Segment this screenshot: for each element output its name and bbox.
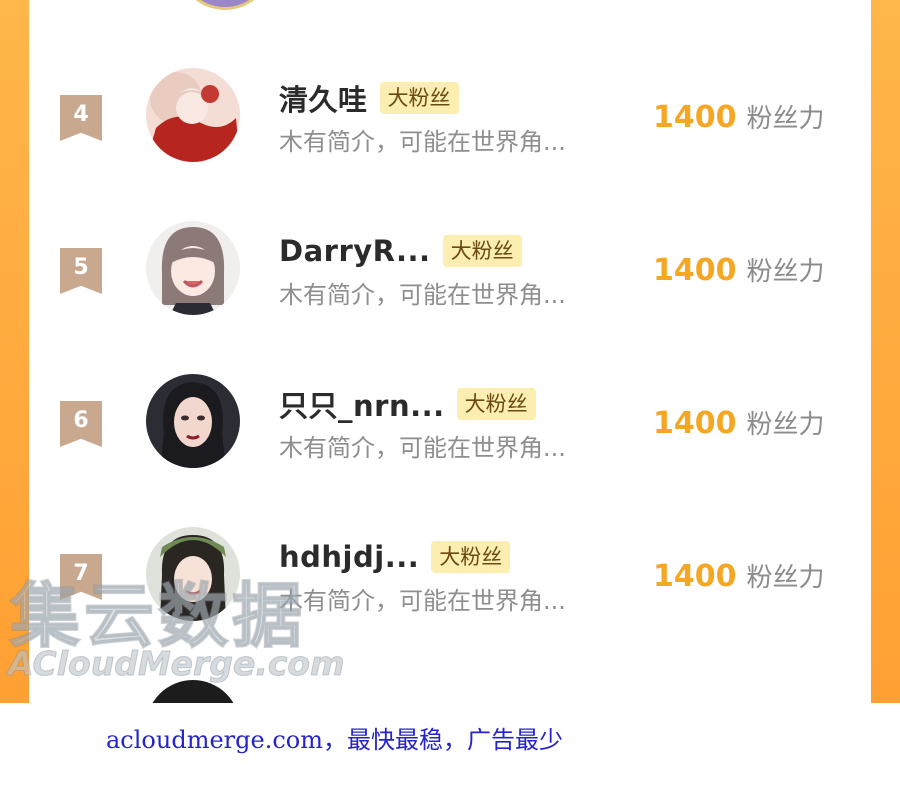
avatar[interactable] (146, 221, 240, 315)
user-bio: 木有简介，可能在世界角... (279, 128, 566, 156)
fan-power-label: 粉丝力 (746, 410, 825, 440)
avatar[interactable] (146, 680, 240, 703)
rank-tag: 6 (60, 401, 102, 447)
fan-level-badge: 大粉丝 (379, 82, 459, 114)
user-name[interactable]: 清久哇 (279, 77, 368, 119)
user-name[interactable]: hdhjdj... (279, 540, 419, 574)
fan-level-badge: 大粉丝 (442, 235, 522, 267)
fan-level-badge: 大粉丝 (456, 388, 536, 420)
rank-tag: 5 (60, 248, 102, 294)
list-item[interactable]: 4 清久哇 大粉丝 木有简介，可能在世界角... 1400 粉丝力 (29, 68, 871, 188)
fan-power-label: 粉丝力 (746, 563, 825, 593)
rank-tag: 4 (60, 95, 102, 141)
user-bio: 木有简介，可能在世界角... (279, 434, 566, 462)
fan-power-label: 粉丝力 (746, 104, 825, 134)
fan-ranking-card: 4 清久哇 大粉丝 木有简介，可能在世界角... 1400 粉丝力 5 Darr… (29, 0, 871, 703)
list-item[interactable]: 5 DarryR... 大粉丝 木有简介，可能在世界角... 1400 粉丝力 (29, 221, 871, 341)
fan-power-value: 1400 (653, 559, 737, 594)
avatar[interactable] (146, 68, 240, 162)
user-bio: 木有简介，可能在世界角... (279, 281, 566, 309)
fan-power-value: 1400 (653, 100, 737, 135)
fan-power-value: 1400 (653, 406, 737, 441)
fan-power-label: 粉丝力 (746, 257, 825, 287)
user-name[interactable]: 只只_nrn... (279, 383, 445, 425)
avatar[interactable] (146, 374, 240, 468)
list-item[interactable]: 6 只只_nrn... 大粉丝 木有简介，可能在世界角... 1400 粉丝力 (29, 374, 871, 494)
fan-level-badge: 大粉丝 (431, 541, 511, 573)
leaderboard-frame: 4 清久哇 大粉丝 木有简介，可能在世界角... 1400 粉丝力 5 Darr… (0, 0, 900, 703)
user-name[interactable]: DarryR... (279, 234, 431, 268)
avatar[interactable] (177, 0, 273, 10)
list-item[interactable]: 7 hdhjdj... 大粉丝 木有简介，可能在世界角... 1400 粉丝力 (29, 527, 871, 647)
user-bio: 木有简介，可能在世界角... (279, 587, 566, 615)
avatar[interactable] (146, 527, 240, 621)
rank-tag: 7 (60, 554, 102, 600)
site-caption[interactable]: acloudmerge.com，最快最稳，广告最少 (106, 720, 563, 755)
list-item[interactable] (29, 680, 871, 703)
fan-power-value: 1400 (653, 253, 737, 288)
